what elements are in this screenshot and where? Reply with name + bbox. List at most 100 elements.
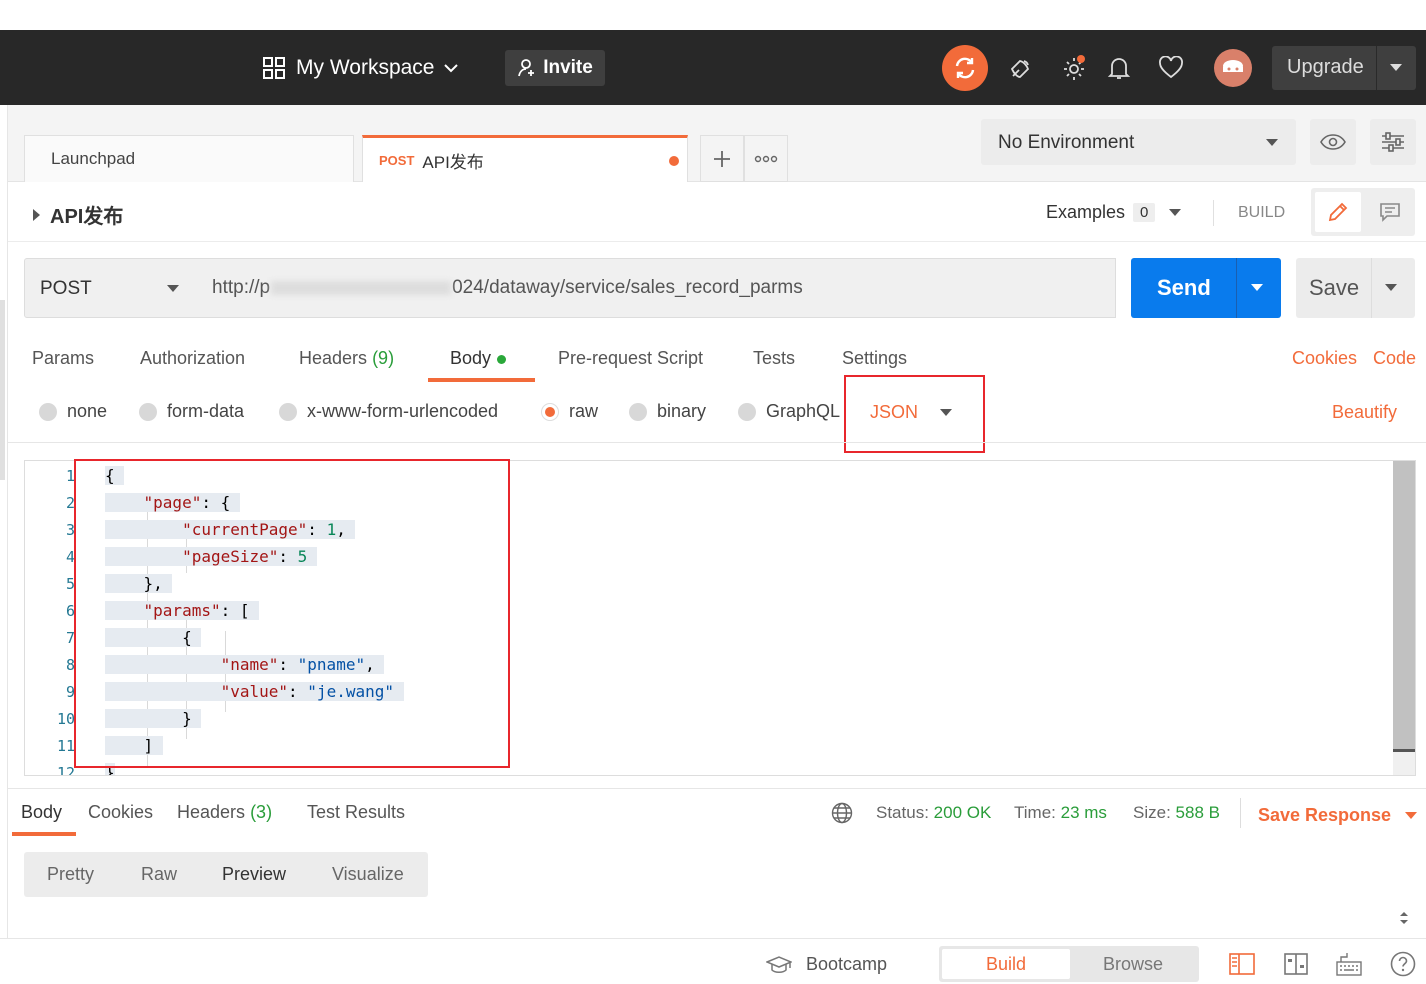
radio-urlencoded[interactable]: x-www-form-urlencoded [279,401,498,422]
radio-circle-selected[interactable] [541,402,559,421]
method-label: POST [40,278,92,299]
radio-circle[interactable] [39,402,57,421]
divider [8,442,1426,443]
view-visualize[interactable]: Visualize [332,864,404,885]
save-response-label: Save Response [1258,804,1392,825]
radio-circle[interactable] [139,402,157,421]
keyboard-shortcuts-button[interactable] [1336,951,1362,977]
tab-tests[interactable]: Tests [753,348,795,369]
radio-raw[interactable]: raw [541,401,598,422]
avatar[interactable] [1214,49,1252,87]
expand-triangle-icon[interactable] [33,208,40,221]
help-button[interactable] [1390,951,1416,977]
tab-request-api[interactable]: POST API发布 [362,135,688,182]
radio-circle[interactable] [738,402,756,421]
save-response-button[interactable]: Save Response [1240,798,1418,828]
radio-graphql[interactable]: GraphQL [738,401,840,422]
new-tab-button[interactable] [700,135,744,182]
comments-button[interactable] [1367,192,1413,232]
notifications-button[interactable] [1103,52,1135,84]
annotation-box-body [74,459,510,768]
view-pretty[interactable]: Pretty [47,864,94,885]
line-number: 3 [65,521,75,539]
divider [1213,200,1214,226]
upgrade-button[interactable]: Upgrade [1272,46,1416,90]
two-pane-view-button[interactable] [1229,951,1255,977]
line-number: 11 [56,737,75,755]
globe-icon[interactable] [831,802,853,824]
comment-icon [1380,203,1400,222]
tab-params[interactable]: Params [32,348,94,369]
edit-comment-toggle [1311,188,1415,236]
sidebar-scrollbar[interactable] [0,300,5,480]
upgrade-divider [1376,46,1377,90]
request-name[interactable]: API发布 [33,200,123,229]
caret-down-icon[interactable] [1385,284,1397,291]
tab-body[interactable]: Body [450,348,507,369]
response-tab-test-results[interactable]: Test Results [307,802,405,823]
tab-options-button[interactable] [744,135,788,182]
response-tab-headers[interactable]: Headers (3) [177,802,272,823]
manage-environments-button[interactable] [1370,119,1416,165]
caret-down-icon[interactable] [1251,284,1263,291]
layout-panel-icon [1229,953,1255,975]
sliders-icon [1382,132,1404,152]
radio-raw-label: raw [569,401,599,421]
radio-binary[interactable]: binary [629,401,706,422]
bootcamp-button[interactable]: Bootcamp [766,954,887,975]
heart-icon [1159,56,1183,79]
view-preview[interactable]: Preview [222,864,286,885]
radio-circle[interactable] [279,402,297,421]
layout-toggle-button[interactable] [1283,951,1309,977]
url-prefix: http://p [212,277,271,298]
examples-dropdown[interactable]: Examples 0 [1046,202,1182,223]
tab-headers[interactable]: Headers (9) [299,348,394,369]
scrollbar-thumb[interactable] [1393,461,1415,749]
view-raw[interactable]: Raw [141,864,177,885]
tab-settings[interactable]: Settings [842,348,907,369]
redacted-host [271,280,452,295]
favorites-button[interactable] [1155,52,1187,84]
user-avatar-icon [1223,60,1243,72]
build-toggle[interactable]: Build [942,949,1070,979]
line-number: 8 [65,656,75,674]
code-link[interactable]: Code [1373,348,1416,369]
line-number: 5 [65,575,75,593]
method-select[interactable]: POST [24,258,198,318]
satellite-button[interactable] [1005,52,1037,84]
cookies-link[interactable]: Cookies [1292,348,1357,369]
tab-headers-label: Headers [299,348,368,368]
caret-down-icon[interactable] [1390,64,1402,71]
invite-button[interactable]: Invite [505,50,605,86]
edit-button[interactable] [1315,192,1361,232]
upgrade-label: Upgrade [1287,56,1364,78]
tab-launchpad[interactable]: Launchpad [24,135,354,182]
workspace-switcher[interactable]: My Workspace [262,52,459,84]
tab-authorization[interactable]: Authorization [140,348,245,369]
line-number: 1 [65,467,75,485]
beautify-link[interactable]: Beautify [1332,402,1397,423]
editor-scrollbar[interactable] [1393,461,1415,775]
radio-circle[interactable] [629,402,647,421]
radio-none[interactable]: none [39,401,107,422]
response-tab-body[interactable]: Body [21,802,62,823]
line-number: 6 [65,602,75,620]
send-button[interactable]: Send [1131,258,1281,318]
radio-form-data[interactable]: form-data [139,401,244,422]
divider [8,788,1426,789]
columns-icon [1284,953,1308,975]
environment-quick-look-button[interactable] [1310,119,1356,165]
save-button[interactable]: Save [1296,258,1415,318]
resize-handle-icon[interactable] [1398,911,1410,925]
url-input[interactable]: http://p 024/dataway/service/sales_record… [197,258,1116,318]
environment-select[interactable]: No Environment [981,119,1296,165]
tab-bar: Launchpad POST API发布 No Environment [8,105,1426,182]
tab-pre-request-script[interactable]: Pre-request Script [558,348,703,369]
browse-toggle[interactable]: Browse [1070,949,1196,979]
examples-label: Examples [1046,202,1126,222]
request-title: API发布 [50,206,124,228]
response-tab-cookies[interactable]: Cookies [88,802,153,823]
settings-button[interactable] [1058,52,1090,84]
sync-button[interactable] [942,45,988,91]
status-label: Status: [876,803,929,822]
